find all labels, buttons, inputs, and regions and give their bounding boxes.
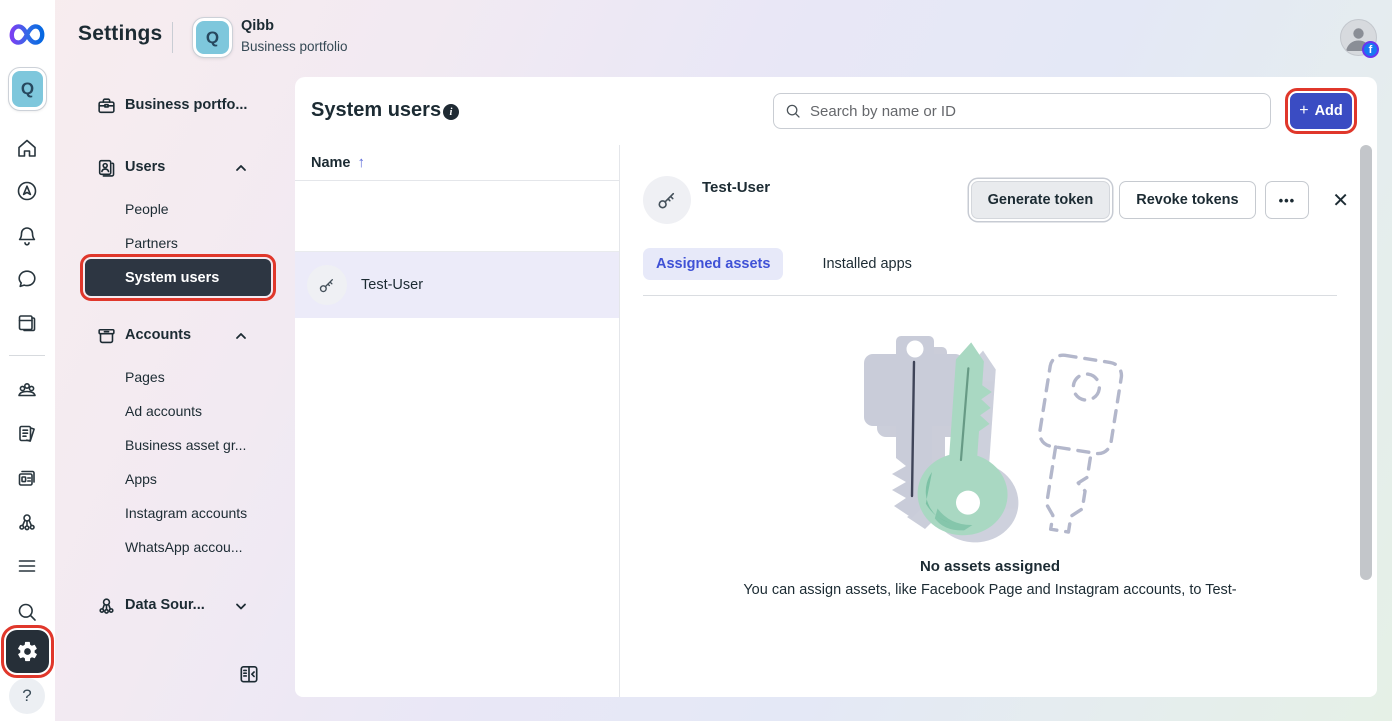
portfolio-badge-initial: Q xyxy=(206,28,219,48)
keys-illustration xyxy=(850,326,1130,554)
column-label: Name xyxy=(311,155,351,171)
sidebar-section-accounts[interactable]: Accounts xyxy=(125,327,191,343)
sidebar-item-instagram-accounts[interactable]: Instagram accounts xyxy=(125,505,247,521)
ads-manager-icon[interactable] xyxy=(14,466,40,492)
sidebar-item-apps[interactable]: Apps xyxy=(125,471,157,487)
generate-token-button[interactable]: Generate token xyxy=(971,181,1111,219)
search-box xyxy=(773,93,1271,129)
collapse-sidebar-icon[interactable] xyxy=(238,663,260,685)
search-tool-icon[interactable] xyxy=(14,599,40,625)
pages-icon[interactable] xyxy=(14,310,40,336)
sidebar-item-business-portfolio[interactable]: Business portfo... xyxy=(125,97,247,113)
empty-state-title: No assets assigned xyxy=(920,558,1060,575)
tab-assigned-assets[interactable]: Assigned assets xyxy=(643,248,783,280)
detail-user-name: Test-User xyxy=(702,179,770,196)
data-sources-icon xyxy=(96,595,117,616)
tab-installed-apps[interactable]: Installed apps xyxy=(809,248,924,280)
system-users-panel: System users i + Add Name ↑ Test-User Te… xyxy=(295,77,1377,697)
business-portfolio-avatar[interactable]: Q xyxy=(9,68,46,110)
row-user-name: Test-User xyxy=(361,277,423,293)
key-icon xyxy=(654,187,680,213)
search-icon xyxy=(784,102,802,120)
revoke-tokens-button[interactable]: Revoke tokens xyxy=(1119,181,1255,219)
accounts-box-icon xyxy=(96,325,117,346)
sidebar-item-partners[interactable]: Partners xyxy=(125,235,178,251)
user-detail-panel: Test-User Generate token Revoke tokens •… xyxy=(621,145,1355,697)
sidebar-item-people[interactable]: People xyxy=(125,201,169,217)
close-icon[interactable]: ✕ xyxy=(1332,188,1349,213)
help-glyph: ? xyxy=(22,686,31,706)
home-icon[interactable] xyxy=(14,135,40,161)
notifications-icon[interactable] xyxy=(14,223,40,249)
search-input[interactable] xyxy=(810,103,1260,120)
messages-icon[interactable] xyxy=(14,266,40,292)
sidebar-item-whatsapp-accounts[interactable]: WhatsApp accou... xyxy=(125,539,243,555)
people-icon[interactable] xyxy=(14,377,40,403)
plus-icon: + xyxy=(1299,102,1308,120)
help-icon[interactable]: ? xyxy=(9,678,45,714)
rail-divider xyxy=(9,355,45,356)
users-badge-icon xyxy=(96,157,117,178)
key-icon xyxy=(316,274,338,296)
facebook-badge-icon: f xyxy=(1362,41,1379,58)
scrollbar[interactable] xyxy=(1360,145,1372,580)
all-tools-icon[interactable] xyxy=(14,553,40,579)
settings-gear-icon[interactable] xyxy=(6,630,49,673)
empty-state-description: You can assign assets, like Facebook Pag… xyxy=(743,582,1236,598)
add-button[interactable]: + Add xyxy=(1290,93,1352,129)
system-user-avatar xyxy=(307,265,347,305)
chevron-down-icon[interactable] xyxy=(234,599,248,613)
app-rail: Q ? xyxy=(0,0,55,721)
system-users-list: Name ↑ Test-User xyxy=(295,145,620,697)
portfolio-name[interactable]: Qibb xyxy=(241,18,274,34)
briefcase-icon xyxy=(96,95,117,116)
sidebar-item-ad-accounts[interactable]: Ad accounts xyxy=(125,403,202,419)
chevron-up-icon[interactable] xyxy=(234,329,248,343)
detail-user-avatar xyxy=(643,176,691,224)
list-row-test-user[interactable]: Test-User xyxy=(295,252,619,318)
page-title: Settings xyxy=(78,22,162,46)
chevron-up-icon[interactable] xyxy=(234,161,248,175)
more-options-button[interactable]: ••• xyxy=(1265,181,1310,219)
content-icon[interactable] xyxy=(14,421,40,447)
sidebar-item-label: System users xyxy=(125,270,219,286)
sidebar-item-pages[interactable]: Pages xyxy=(125,369,165,385)
user-avatar[interactable]: f xyxy=(1340,19,1377,56)
add-button-label: Add xyxy=(1315,103,1343,119)
name-column-header[interactable]: Name ↑ xyxy=(295,145,619,181)
empty-state: No assets assigned You can assign assets… xyxy=(643,296,1337,598)
ads-boost-icon[interactable] xyxy=(14,178,40,204)
sidebar-item-system-users[interactable]: System users xyxy=(85,259,271,296)
business-assets-icon[interactable] xyxy=(14,509,40,535)
section-title: System users xyxy=(311,99,441,122)
detail-tabs: Assigned assets Installed apps xyxy=(643,248,1355,280)
info-icon[interactable]: i xyxy=(443,104,459,120)
sidebar-section-data-sources[interactable]: Data Sour... xyxy=(125,597,205,613)
list-row-empty xyxy=(295,181,619,252)
topbar-separator xyxy=(172,22,173,53)
portfolio-badge[interactable]: Q xyxy=(193,18,232,57)
meta-logo[interactable] xyxy=(7,17,47,51)
ellipsis-icon: ••• xyxy=(1279,193,1296,208)
portfolio-type-label: Business portfolio xyxy=(241,39,348,54)
sort-ascending-icon: ↑ xyxy=(358,154,366,171)
sidebar-section-users[interactable]: Users xyxy=(125,159,165,175)
portfolio-initial: Q xyxy=(21,79,34,99)
sidebar-item-business-asset-groups[interactable]: Business asset gr... xyxy=(125,437,246,453)
